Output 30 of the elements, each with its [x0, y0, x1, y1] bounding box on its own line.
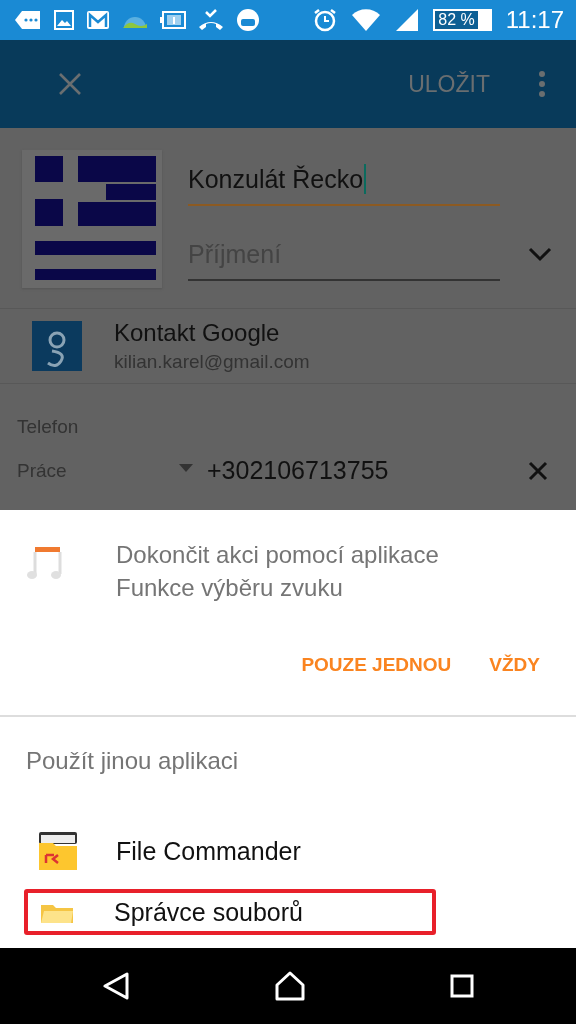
missed-call-icon: [198, 9, 224, 31]
chooser-title: Funkce výběru zvuku: [116, 573, 344, 603]
dialog-button[interactable]: POUZE JEDNOU: [293, 648, 460, 682]
battery-indicator: 82 %: [433, 9, 492, 31]
dialog-button[interactable]: VŽDY: [481, 648, 548, 682]
clock-time: 11:17: [505, 6, 564, 34]
alarm-icon: [313, 8, 338, 32]
remove-icon[interactable]: [528, 460, 548, 481]
battery-info-icon: [160, 11, 186, 29]
music-note-icon: [26, 546, 62, 582]
signal-icon: [395, 8, 420, 32]
image-icon: [54, 10, 74, 30]
phone-number-field[interactable]: +302106713755: [207, 456, 528, 485]
google-icon: [32, 321, 82, 371]
first-name-field[interactable]: Konzulát Řecko: [188, 150, 500, 206]
save-button[interactable]: ULOŽIT: [404, 66, 494, 102]
app-item[interactable]: Správce souborů: [24, 889, 436, 935]
account-title: Kontakt Google: [114, 319, 281, 347]
back-icon[interactable]: [102, 972, 130, 1000]
more-options-icon[interactable]: [538, 71, 546, 97]
wifi-icon: [351, 8, 382, 32]
recent-apps-icon[interactable]: [450, 974, 474, 998]
folder-app-icon: [38, 831, 78, 871]
other-apps-heading: Použít jinou aplikaci: [25, 747, 240, 775]
close-icon[interactable]: [58, 72, 82, 96]
more-notifications-icon: [14, 10, 42, 30]
chooser-title: Dokončit akci pomocí aplikace: [116, 540, 439, 570]
home-icon[interactable]: [274, 971, 306, 1001]
expand-icon[interactable]: [528, 246, 552, 262]
mail-icon: [86, 10, 110, 30]
